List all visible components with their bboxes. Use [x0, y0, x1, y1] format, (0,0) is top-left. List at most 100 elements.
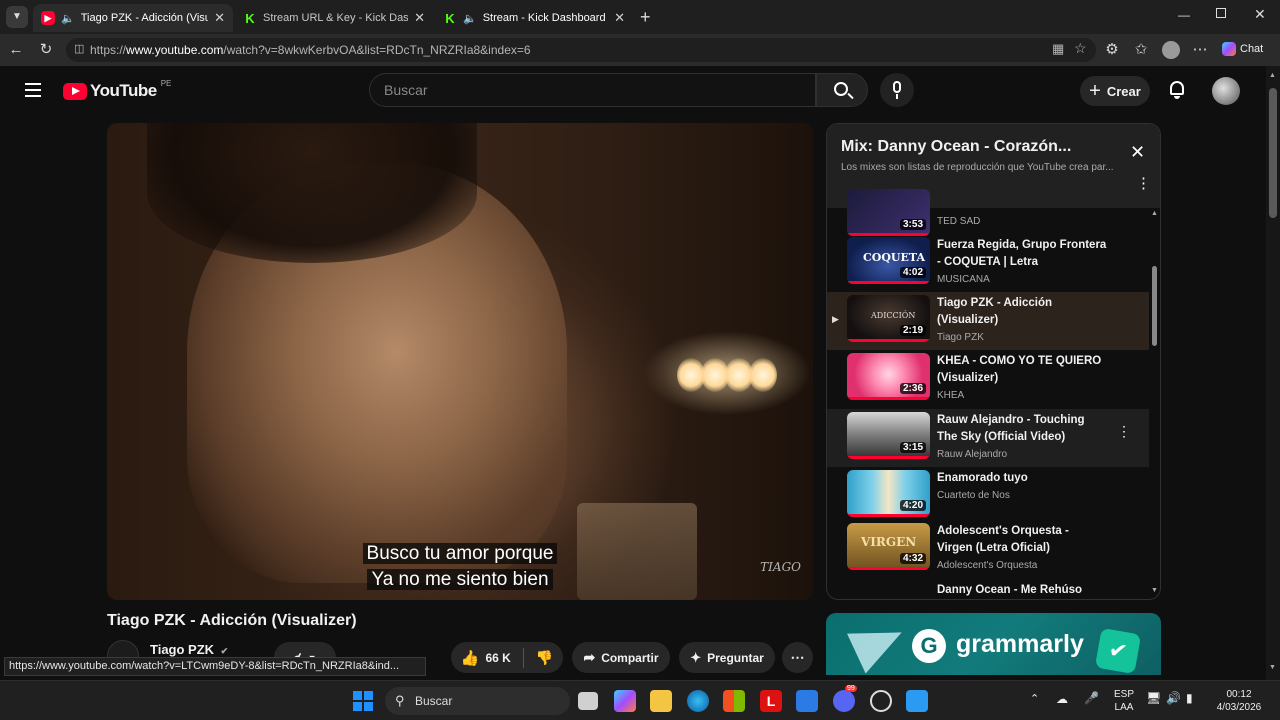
start-button-icon[interactable] [353, 691, 373, 711]
item-channel: Adolescent's Orquesta [937, 560, 1038, 571]
grammarly-ad[interactable]: G grammarly ✔ [826, 613, 1161, 675]
create-label: Crear [1106, 83, 1141, 99]
address-bar[interactable]: ◫ https://www.youtube.com/watch?v=8wkwKe… [66, 38, 1096, 62]
close-tab-icon[interactable]: ✕ [214, 10, 225, 26]
maximize-icon[interactable] [1216, 8, 1226, 18]
refresh-icon[interactable]: ↻ [36, 40, 56, 60]
microphone-tray-icon[interactable]: 🎤 [1084, 692, 1099, 705]
more-actions-button[interactable]: ⋯ [782, 642, 813, 673]
video-player[interactable]: Busco tu amor porque Ya no me siento bie… [107, 123, 813, 600]
extensions-icon[interactable]: ⚙ [1102, 40, 1122, 60]
page-scroll-thumb[interactable] [1269, 88, 1277, 218]
site-info-icon[interactable]: ◫ [74, 42, 84, 55]
playlist-item[interactable]: 4:20 Enamorado tuyo Cuarteto de Nos [827, 467, 1149, 525]
microphone-icon [893, 81, 901, 93]
channel-name[interactable]: Tiago PZK ✔ [150, 642, 228, 657]
watch-progress-bar [847, 567, 930, 570]
more-options-icon[interactable]: ⋯ [1190, 40, 1210, 60]
paper-plane-icon [847, 613, 911, 674]
new-tab-icon[interactable]: + [640, 7, 651, 28]
playlist-title[interactable]: Mix: Danny Ocean - Corazón... [841, 138, 1071, 156]
back-icon[interactable]: ← [6, 40, 26, 60]
playlist-item[interactable]: 3:15 Rauw Alejandro - Touching The Sky (… [827, 409, 1149, 467]
close-playlist-icon[interactable]: ✕ [1130, 142, 1145, 163]
tab-title: Stream URL & Key - Kick Dashboa [263, 12, 409, 24]
taskbar-search[interactable]: ⚲ Buscar [385, 687, 570, 715]
search-input[interactable]: Buscar [369, 73, 816, 107]
grammarly-logo-icon: G [912, 629, 946, 663]
playlist-item-now-playing[interactable]: ▶ ADICCIÓN 2:19 Tiago PZK - Adicción (Vi… [827, 292, 1149, 350]
menu-icon[interactable] [25, 83, 41, 97]
browser-tab-kick-key[interactable]: K Stream URL & Key - Kick Dashboa ✕ [235, 4, 433, 32]
share-button[interactable]: ➦ Compartir [572, 642, 670, 673]
network-icon[interactable]: 🖥 [1146, 692, 1161, 705]
browser-tab-youtube[interactable]: ▶ 🔈 Tiago PZK - Adicción (Visualiz ✕ [33, 4, 233, 32]
item-title: Fuerza Regida, Grupo Frontera - COQUETA … [937, 239, 1107, 268]
ask-button[interactable]: ✦ Preguntar [679, 642, 775, 673]
search-button[interactable] [816, 73, 868, 107]
video-thumbnail: COQUETA 4:02 [847, 237, 930, 284]
like-button[interactable]: 👍 66 K [461, 649, 511, 667]
playlist-item[interactable]: COQUETA 4:02 Fuerza Regida, Grupo Fronte… [827, 234, 1149, 292]
volume-icon[interactable]: 🔊 [1166, 692, 1181, 705]
url-path: /watch?v=8wkwKerbvOA&list=RDcTn_NRZRIa8&… [223, 43, 531, 57]
subtitle-line: Ya no me siento bien [367, 569, 553, 590]
show-hidden-icons-icon[interactable]: ⌃ [1030, 693, 1039, 706]
duration-badge: 2:36 [899, 383, 926, 394]
now-playing-icon: ▶ [832, 314, 839, 324]
user-avatar[interactable] [1212, 77, 1240, 105]
dislike-button[interactable]: 👍 [536, 649, 553, 666]
scroll-down-icon[interactable]: ▼ [1151, 587, 1158, 594]
page-scrollbar[interactable]: ▲ ▼ [1266, 66, 1280, 680]
app-l-icon[interactable]: L [760, 690, 782, 712]
microsoft-store-icon[interactable] [723, 690, 745, 712]
item-menu-icon[interactable]: ⋮ [1117, 423, 1131, 440]
favorites-icon[interactable]: ✩ [1131, 40, 1151, 60]
tab-actions-button[interactable]: ▼ [6, 6, 28, 28]
copilot-icon[interactable] [614, 690, 636, 712]
close-tab-icon[interactable]: ✕ [614, 10, 625, 26]
onedrive-icon[interactable]: ☁ [1056, 693, 1068, 706]
youtube-logo[interactable]: YouTube PE [63, 79, 171, 101]
playlist-item[interactable]: 2:36 KHEA - COMO YO TE QUIERO (Visualize… [827, 350, 1149, 408]
battery-icon[interactable]: ▮ [1186, 692, 1193, 705]
profile-avatar-icon[interactable] [1162, 41, 1180, 59]
discord-icon[interactable]: 99 [833, 685, 857, 712]
notifications-bell-icon[interactable] [1168, 80, 1186, 100]
favorite-star-icon[interactable]: ☆ [1074, 40, 1087, 57]
video-title: Tiago PZK - Adicción (Visualizer) [107, 612, 357, 629]
channel-name-text: Tiago PZK [150, 642, 215, 657]
speaker-icon[interactable]: 🔈 [463, 12, 477, 25]
minimize-icon[interactable]: — [1178, 8, 1190, 22]
close-tab-icon[interactable]: ✕ [414, 10, 425, 26]
scroll-up-icon[interactable]: ▲ [1269, 72, 1276, 79]
photos-app-icon[interactable] [906, 690, 928, 712]
youtube-header: YouTube PE Buscar + Crear [0, 66, 1266, 116]
create-button[interactable]: + Crear [1080, 76, 1150, 106]
scroll-up-icon[interactable]: ▲ [1151, 210, 1158, 217]
steam-like-icon[interactable] [870, 690, 892, 712]
language-code: ESP [1113, 689, 1134, 700]
copilot-chat-button[interactable]: Chat [1222, 42, 1263, 56]
playlist-item[interactable]: Danny Ocean - Me Rehúso [827, 579, 1149, 599]
item-channel: Cuarteto de Nos [937, 490, 1010, 501]
file-explorer-icon[interactable] [650, 690, 672, 712]
browser-toolbar: ← ↻ ◫ https://www.youtube.com/watch?v=8w… [0, 34, 1280, 66]
language-indicator[interactable]: ESP LAA [1110, 688, 1138, 714]
app-install-icon[interactable]: ▦ [1052, 41, 1064, 57]
thumbnail-text: ADICCIÓN [871, 311, 916, 320]
playlist-subtitle: Los mixes son listas de reproducción que… [841, 162, 1114, 173]
clock[interactable]: 00:12 4/03/2026 [1208, 688, 1270, 714]
channel-watermark[interactable]: TIAGO [760, 560, 801, 574]
drawing-app-icon[interactable] [796, 690, 818, 712]
speaker-icon[interactable]: 🔈 [61, 12, 75, 25]
task-view-icon[interactable] [578, 692, 598, 710]
edge-browser-icon[interactable] [687, 690, 709, 712]
browser-tab-kick-stream[interactable]: K 🔈 Stream - Kick Dashboard ✕ [435, 4, 633, 32]
playlist-scroll-thumb[interactable] [1152, 266, 1157, 346]
scroll-down-icon[interactable]: ▼ [1269, 664, 1276, 671]
duration-badge: 4:20 [899, 500, 926, 511]
playlist-item[interactable]: VIRGEN 4:32 Adolescent's Orquesta - Virg… [827, 520, 1149, 578]
close-window-icon[interactable]: ✕ [1254, 6, 1266, 23]
voice-search-button[interactable] [880, 73, 914, 107]
